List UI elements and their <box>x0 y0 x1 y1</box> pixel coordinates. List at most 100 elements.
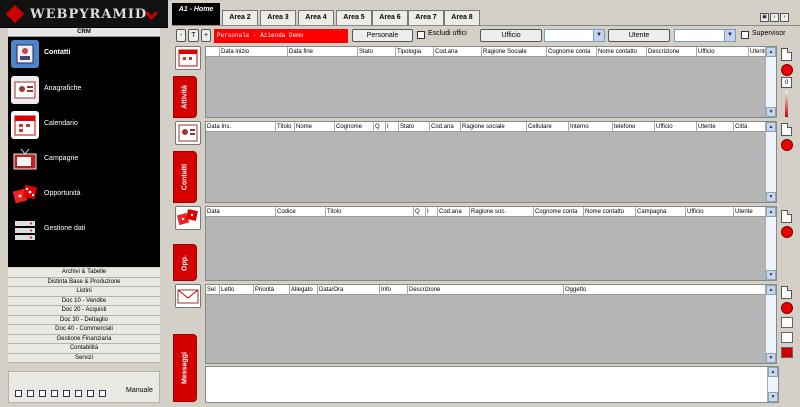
module-item[interactable]: Doc 20 - Acquisti <box>8 306 160 316</box>
column-header[interactable]: I <box>386 122 399 132</box>
quick-checkbox[interactable] <box>87 390 94 397</box>
column-header[interactable]: Tipologia <box>396 47 434 57</box>
manual-link[interactable]: Manuale <box>126 387 153 394</box>
zoom-slider[interactable]: 0 <box>779 77 795 117</box>
column-header[interactable]: Ufficio <box>697 47 749 57</box>
scroll-down-icon[interactable]: ▼ <box>766 353 776 363</box>
column-header[interactable]: Ragione sociale <box>461 122 527 132</box>
next-tab-button[interactable]: › <box>780 13 789 22</box>
escludi-uffici-checkbox[interactable] <box>417 31 425 39</box>
column-header[interactable]: Codice <box>276 207 326 217</box>
column-header[interactable]: Cognome conta <box>534 207 584 217</box>
ufficio-select[interactable]: ▼ <box>544 29 605 42</box>
column-header[interactable]: Stato <box>358 47 396 57</box>
module-item[interactable]: Archivi & Tabelle <box>8 268 160 278</box>
panel-tab-attivita[interactable]: Attività <box>172 46 205 118</box>
nav-item-contatti[interactable]: Contatti <box>8 38 160 70</box>
scroll-up-icon[interactable]: ▲ <box>766 122 776 132</box>
column-header[interactable]: Nome <box>295 122 335 132</box>
nav-item-gestione-dati[interactable]: Gestione dati <box>8 214 160 246</box>
column-header[interactable]: Q <box>414 207 426 217</box>
quick-checkbox[interactable] <box>99 390 106 397</box>
module-item[interactable]: Servizi <box>8 353 160 363</box>
expand-button[interactable]: + <box>201 29 211 42</box>
vertical-scrollbar[interactable]: ▲ ▼ <box>765 285 776 363</box>
scroll-down-icon[interactable]: ▼ <box>766 107 776 117</box>
scroll-up-icon[interactable]: ▲ <box>766 207 776 217</box>
module-item[interactable]: Doc 40 - Commerciali <box>8 325 160 335</box>
column-header[interactable]: Data fine <box>288 47 358 57</box>
attivita-grid[interactable]: Data inizio Data fine Stato Tipologia Co… <box>205 46 777 118</box>
column-header[interactable]: Ragione soc. <box>470 207 534 217</box>
opp-grid[interactable]: Data Codice Titolo Q I Cod.ana Ragione s… <box>205 206 777 281</box>
record-icon[interactable] <box>781 226 793 238</box>
tab-area-8[interactable]: Area 8 <box>444 10 480 25</box>
column-header[interactable]: Interno <box>569 122 613 132</box>
utente-button[interactable]: Utente <box>608 29 670 42</box>
column-header[interactable]: Oggetto <box>564 285 766 295</box>
column-header[interactable]: I <box>426 207 438 217</box>
vertical-scrollbar[interactable]: ▲ ▼ <box>765 207 776 280</box>
record-icon[interactable] <box>781 139 793 151</box>
quick-checkbox[interactable] <box>39 390 46 397</box>
scroll-up-icon[interactable]: ▲ <box>768 367 778 377</box>
panel-tab-messaggi[interactable]: Messaggi <box>172 284 205 402</box>
vertical-scrollbar[interactable]: ▲ ▼ <box>765 122 776 202</box>
messaggi-grid[interactable]: Sel Letto Priorità Allegato Data/Ora Inf… <box>205 284 777 364</box>
text-mode-button[interactable]: T <box>188 29 199 42</box>
vertical-scrollbar[interactable]: ▲ ▼ <box>767 367 778 402</box>
column-header[interactable]: Nome contatto <box>584 207 636 217</box>
column-header[interactable]: Utente <box>697 122 734 132</box>
quick-checkbox[interactable] <box>63 390 70 397</box>
personale-button[interactable]: Personale <box>352 29 413 42</box>
column-header[interactable]: Cod.ana <box>438 207 470 217</box>
column-header[interactable]: Campagna <box>636 207 686 217</box>
column-header[interactable]: Nome contatto <box>597 47 647 57</box>
quick-checkbox[interactable] <box>51 390 58 397</box>
column-header[interactable]: Priorità <box>254 285 290 295</box>
restore-button[interactable]: ▣ <box>760 13 769 22</box>
new-document-icon[interactable] <box>781 48 792 61</box>
column-header[interactable]: Info <box>380 285 408 295</box>
panel-tab-contatti[interactable]: Contatti <box>172 121 205 203</box>
scroll-down-icon[interactable]: ▼ <box>766 192 776 202</box>
scroll-down-icon[interactable]: ▼ <box>766 270 776 280</box>
module-item[interactable]: Gestione Finanziaria <box>8 334 160 344</box>
scroll-up-icon[interactable]: ▲ <box>766 47 776 57</box>
column-header[interactable]: telefono <box>613 122 655 132</box>
new-document-icon[interactable] <box>781 210 792 223</box>
column-header[interactable]: Cod.ana <box>430 122 461 132</box>
prev-tab-button[interactable]: ‹ <box>770 13 779 22</box>
new-document-icon[interactable] <box>781 286 792 299</box>
column-header[interactable]: Q <box>374 122 386 132</box>
column-header[interactable]: Titolo <box>326 207 414 217</box>
tab-area-2[interactable]: Area 2 <box>222 10 258 25</box>
tab-area-7[interactable]: Area 7 <box>408 10 444 25</box>
nav-item-calendario[interactable]: Calendario <box>8 109 160 141</box>
column-header[interactable]: Data/Ora <box>318 285 380 295</box>
vertical-scrollbar[interactable]: ▲ ▼ <box>765 47 776 117</box>
column-header[interactable]: Data inizio <box>220 47 288 57</box>
quick-checkbox[interactable] <box>15 390 22 397</box>
tab-area-4[interactable]: Area 4 <box>298 10 334 25</box>
tab-area-3[interactable]: Area 3 <box>260 10 296 25</box>
module-item[interactable]: Doc 30 - Dettaglio <box>8 315 160 325</box>
module-item[interactable]: Listini <box>8 287 160 297</box>
column-header[interactable]: Ufficio <box>655 122 697 132</box>
column-header[interactable]: Ragione Sociale <box>482 47 547 57</box>
nav-item-anagrafiche[interactable]: Anagrafiche <box>8 74 160 106</box>
column-header[interactable]: Descrizione <box>408 285 564 295</box>
tab-area-6[interactable]: Area 6 <box>372 10 408 25</box>
quick-checkbox[interactable] <box>27 390 34 397</box>
column-header[interactable]: Utente <box>734 207 766 217</box>
module-item[interactable]: Distinta Base & Produzione <box>8 277 160 287</box>
nav-item-opportunita[interactable]: Opportunità <box>8 179 160 211</box>
ufficio-button[interactable]: Ufficio <box>480 29 542 42</box>
collapse-button[interactable]: - <box>176 29 186 42</box>
reply-icon[interactable] <box>781 317 793 328</box>
column-header[interactable]: Allegato <box>290 285 318 295</box>
nav-item-campagne[interactable]: Campagne <box>8 144 160 176</box>
column-header[interactable]: Cognome conta <box>547 47 597 57</box>
delete-icon[interactable] <box>781 347 793 358</box>
tab-home[interactable]: A1 - Home <box>172 3 220 25</box>
